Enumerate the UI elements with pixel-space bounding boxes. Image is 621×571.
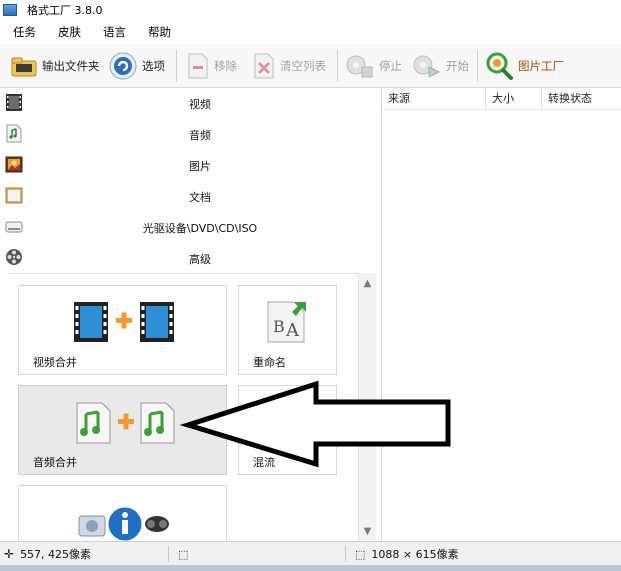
title-bar: 格式工厂 3.8.0	[0, 0, 621, 20]
menu-help[interactable]: 帮助	[148, 23, 171, 41]
status-divider	[345, 546, 346, 562]
tool-media-info[interactable]	[18, 485, 227, 541]
category-disc-drive[interactable]: 光驱设备\DVD\CD\ISO	[0, 212, 380, 243]
media-info-icon	[78, 504, 169, 541]
file-list-pane: 来源 大小 转换状态	[381, 88, 621, 541]
rename-icon: B A	[267, 301, 306, 343]
app-icon	[3, 4, 17, 16]
cursor-position: ✛ 557, 425像素	[4, 547, 92, 561]
clear-list-button[interactable]: 清空列表	[252, 50, 326, 82]
video-merge-icon	[74, 302, 174, 342]
category-advanced[interactable]: 高级	[0, 243, 380, 274]
picture-factory-button[interactable]: 图片工厂	[484, 50, 564, 82]
image-size: ⬚ 1088 × 615像素	[355, 547, 459, 562]
menu-bar: 任务 皮肤 语言 帮助	[0, 22, 171, 42]
category-list: 视频 音频 图片 文档 光驱设备\DVD\CD\ISO 高级	[0, 88, 380, 274]
column-status[interactable]: 转换状态	[542, 88, 621, 110]
crosshair-icon: ✛	[4, 547, 15, 561]
magnifier-icon	[486, 52, 513, 80]
scroll-down-arrow-icon[interactable]: ▼	[359, 523, 376, 539]
window-title: 格式工厂 3.8.0	[27, 4, 103, 17]
category-picture[interactable]: 图片	[0, 150, 380, 181]
category-audio[interactable]: 音频	[0, 119, 380, 150]
column-size[interactable]: 大小	[486, 88, 542, 110]
taskbar-strip	[0, 565, 621, 571]
toolbar-separator	[477, 50, 478, 82]
annotation-arrow	[180, 380, 451, 468]
image-size-icon: ⬚	[355, 547, 366, 561]
tool-video-merge[interactable]: 视频合并	[18, 285, 227, 375]
selection-size: ⬚	[178, 542, 188, 566]
category-document[interactable]: 文档	[0, 181, 380, 212]
status-bar: ✛ 557, 425像素 ⬚ ⬚ 1088 × 615像素	[0, 541, 621, 565]
options-gear-icon	[109, 52, 137, 80]
menu-language[interactable]: 语言	[103, 23, 126, 41]
category-video[interactable]: 视频	[0, 88, 380, 119]
tool-rename[interactable]: B A 重命名	[238, 285, 337, 375]
menu-skin[interactable]: 皮肤	[58, 23, 81, 41]
options-button[interactable]: 选项	[108, 50, 165, 82]
selection-icon: ⬚	[178, 547, 189, 561]
svg-text:A: A	[285, 320, 300, 341]
scroll-up-arrow-icon[interactable]: ▲	[359, 275, 376, 291]
column-source[interactable]: 来源	[382, 88, 486, 110]
menu-task[interactable]: 任务	[13, 23, 36, 41]
toolbar-separator	[176, 50, 177, 82]
stop-icon	[346, 55, 373, 78]
remove-file-icon	[188, 53, 208, 79]
start-icon	[413, 55, 441, 78]
status-divider	[168, 546, 169, 562]
stop-button[interactable]: 停止	[345, 50, 402, 82]
audio-merge-icon	[76, 402, 175, 444]
remove-button[interactable]: 移除	[186, 50, 237, 82]
svg-text:B: B	[273, 317, 285, 336]
file-table-header: 来源 大小 转换状态	[382, 88, 621, 110]
start-button[interactable]: 开始	[412, 50, 469, 82]
folder-icon	[11, 57, 37, 77]
toolbar: 输出文件夹 选项 移除 清空列表 停止 开始 图片工厂	[0, 44, 621, 88]
output-folder-button[interactable]: 输出文件夹	[10, 50, 100, 82]
clear-list-icon	[254, 53, 274, 79]
toolbar-separator	[337, 50, 338, 82]
